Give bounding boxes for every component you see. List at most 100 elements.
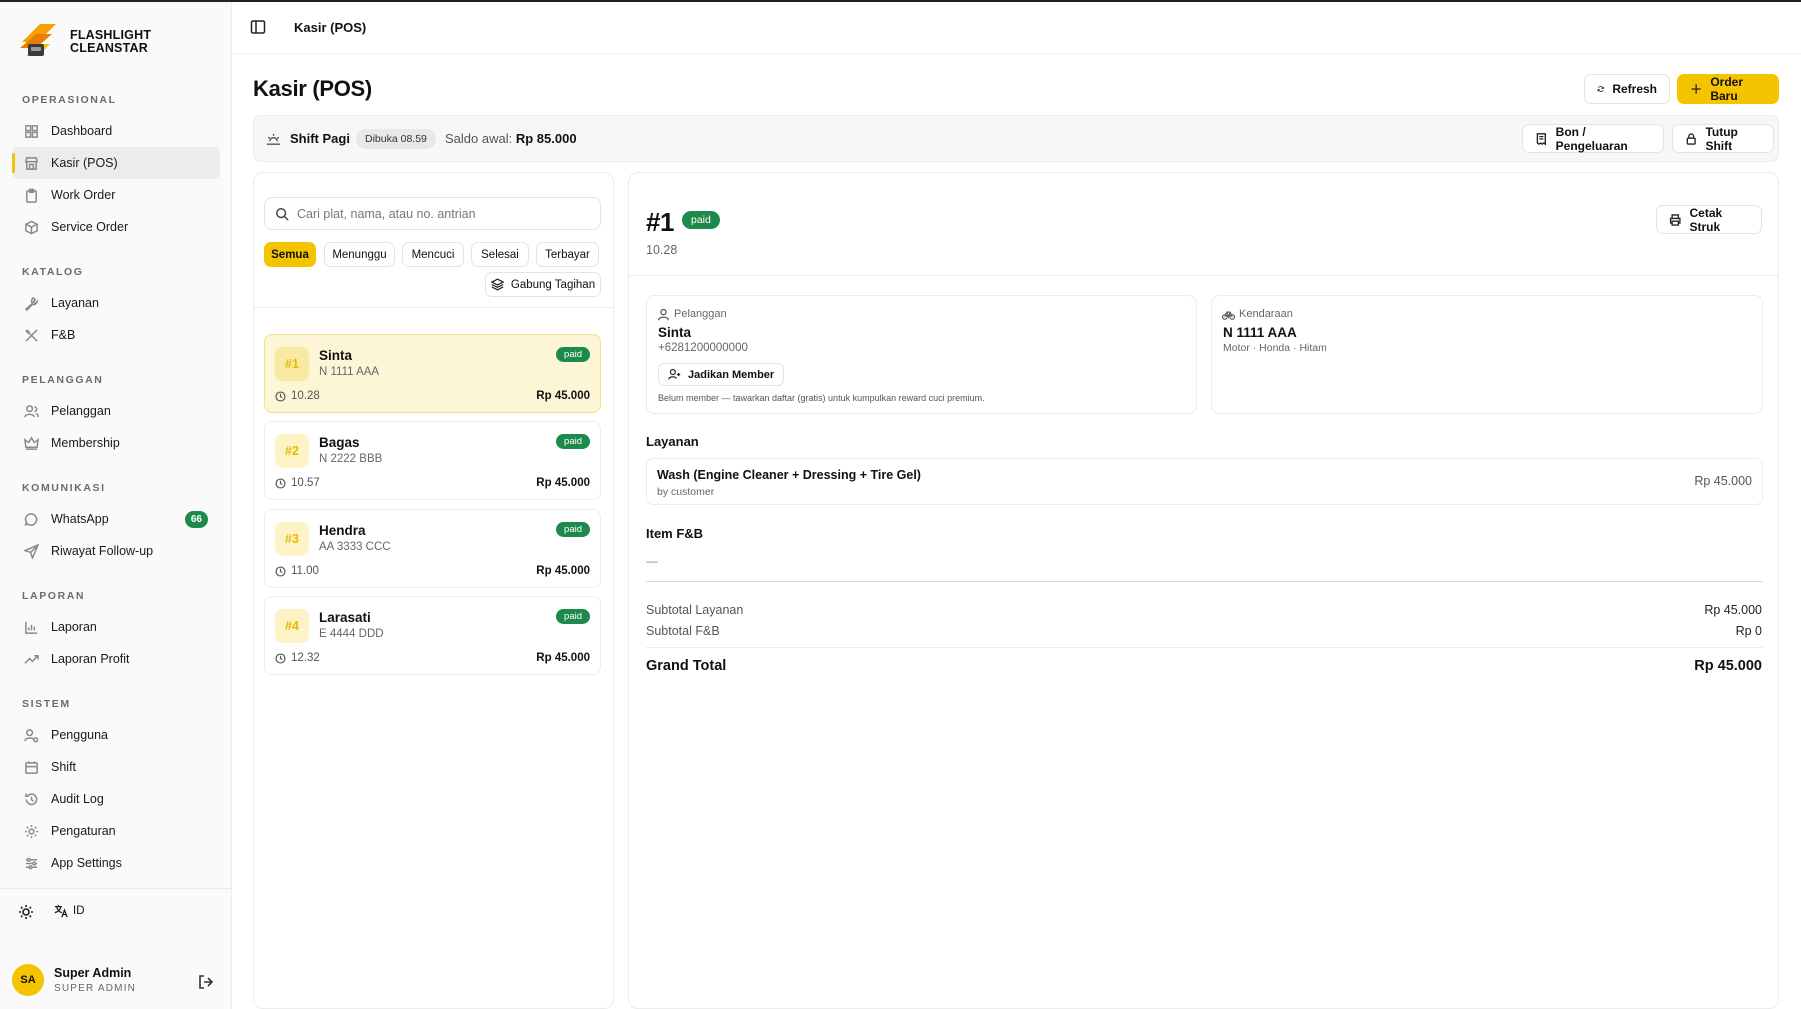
print-receipt-button[interactable]: Cetak Struk bbox=[1656, 205, 1762, 234]
page-title: Kasir (POS) bbox=[253, 76, 372, 101]
refresh-button[interactable]: Refresh bbox=[1584, 74, 1670, 104]
language-switch[interactable]: ID bbox=[54, 904, 85, 918]
service-item: Wash (Engine Cleaner + Dressing + Tire G… bbox=[646, 458, 1763, 505]
user-icon bbox=[658, 308, 669, 321]
subtotal-fnb-value: Rp 0 bbox=[1735, 624, 1762, 638]
sidebar-item-kasir[interactable]: Kasir (POS) bbox=[12, 147, 220, 179]
fnb-title: Item F&B bbox=[646, 526, 704, 541]
filter-selesai[interactable]: Selesai bbox=[471, 242, 529, 267]
sidebar-item-laporan[interactable]: Laporan bbox=[12, 611, 220, 643]
order-card-3[interactable]: #3 Hendra AA 3333 CCC paid 11.00 Rp 45.0… bbox=[264, 509, 601, 588]
sidebar-item-riwayat-follow-up[interactable]: Riwayat Follow-up bbox=[12, 535, 220, 567]
order-detail-panel: #1 paid 10.28 Cetak Struk Pelanggan Sint… bbox=[628, 172, 1779, 1009]
sidebar-item-label: Pelanggan bbox=[51, 404, 111, 418]
filter-mencuci[interactable]: Mencuci bbox=[402, 242, 464, 267]
sidebar-item-service-order[interactable]: Service Order bbox=[12, 211, 220, 243]
user-role: SUPER ADMIN bbox=[54, 983, 137, 994]
filter-terbayar[interactable]: Terbayar bbox=[536, 242, 599, 267]
brand-name-line2: CLEANSTAR bbox=[70, 41, 148, 55]
avatar: SA bbox=[12, 964, 44, 996]
search-input[interactable] bbox=[297, 206, 577, 221]
trending-up-icon bbox=[24, 654, 39, 664]
sidebar-toggle-icon[interactable] bbox=[250, 19, 266, 35]
sidebar-item-label: Layanan bbox=[51, 296, 99, 310]
vehicle-label: Kendaraan bbox=[1239, 308, 1293, 320]
bon-pengeluaran-button[interactable]: Bon / Pengeluaran bbox=[1522, 124, 1664, 153]
sidebar-item-dashboard[interactable]: Dashboard bbox=[12, 115, 220, 147]
new-order-button[interactable]: Order Baru bbox=[1677, 74, 1779, 104]
sidebar-item-shift[interactable]: Shift bbox=[12, 751, 220, 783]
shift-bar: Shift Pagi Dibuka 08.59 Saldo awal: Rp 8… bbox=[253, 115, 1779, 162]
list-divider bbox=[254, 307, 613, 308]
sidebar-item-label: WhatsApp bbox=[51, 512, 109, 526]
bike-icon bbox=[1222, 311, 1235, 320]
user-profile: SA Super Admin SUPER ADMIN bbox=[12, 964, 136, 996]
store-icon bbox=[24, 156, 39, 170]
sidebar-item-whatsapp[interactable]: WhatsApp 66 bbox=[12, 503, 220, 535]
order-card-4[interactable]: #4 Larasati E 4444 DDD paid 12.32 Rp 45.… bbox=[264, 596, 601, 675]
clock-icon bbox=[275, 565, 286, 577]
sidebar-item-fnb[interactable]: F&B bbox=[12, 319, 220, 351]
order-card-2[interactable]: #2 Bagas N 2222 BBB paid 10.57 Rp 45.000 bbox=[264, 421, 601, 500]
sidebar-item-label: Kasir (POS) bbox=[51, 156, 118, 170]
search-icon bbox=[276, 207, 289, 221]
sidebar-item-label: Pengguna bbox=[51, 728, 109, 742]
subtotal-service-label: Subtotal Layanan bbox=[646, 603, 744, 617]
order-price: Rp 45.000 bbox=[536, 390, 590, 402]
top-header: Kasir (POS) bbox=[232, 2, 1801, 54]
section-komunikasi: KOMUNIKASI bbox=[22, 482, 106, 494]
order-price: Rp 45.000 bbox=[536, 477, 590, 489]
sidebar-item-pengaturan[interactable]: Pengaturan bbox=[12, 815, 220, 847]
filter-menunggu[interactable]: Menunggu bbox=[324, 242, 395, 267]
order-time: 10.57 bbox=[291, 477, 320, 489]
order-price: Rp 45.000 bbox=[536, 565, 590, 577]
whatsapp-unread-badge: 66 bbox=[184, 511, 208, 528]
merge-bill-button[interactable]: Gabung Tagihan bbox=[485, 272, 601, 297]
sidebar-item-app-settings[interactable]: App Settings bbox=[12, 847, 220, 879]
order-number: #2 bbox=[275, 434, 309, 468]
order-time: 11.00 bbox=[291, 565, 319, 577]
bar-chart-icon bbox=[25, 621, 38, 634]
status-badge: paid bbox=[556, 609, 590, 624]
fnb-empty: — bbox=[646, 554, 658, 568]
sidebar-item-membership[interactable]: Membership bbox=[12, 427, 220, 459]
grid-icon bbox=[25, 124, 38, 138]
filter-semua[interactable]: Semua bbox=[264, 242, 316, 267]
clock-icon bbox=[275, 390, 286, 402]
chat-icon bbox=[24, 512, 38, 526]
status-badge: paid bbox=[556, 522, 590, 537]
clock-icon bbox=[275, 477, 286, 489]
order-card-1[interactable]: #1 Sinta N 1111 AAA paid 10.28 Rp 45.000 bbox=[264, 334, 601, 413]
sidebar-item-label: F&B bbox=[51, 328, 76, 342]
shift-sun-icon bbox=[266, 133, 281, 145]
sidebar-item-pengguna[interactable]: Pengguna bbox=[12, 719, 220, 751]
utensils-icon bbox=[25, 328, 38, 342]
detail-status-badge: paid bbox=[682, 211, 720, 229]
status-badge: paid bbox=[556, 434, 590, 449]
plus-icon bbox=[1691, 84, 1701, 94]
sidebar-item-laporan-profit[interactable]: Laporan Profit bbox=[12, 643, 220, 675]
customer-label: Pelanggan bbox=[674, 308, 727, 320]
sidebar-item-layanan[interactable]: Layanan bbox=[12, 287, 220, 319]
sidebar-item-audit-log[interactable]: Audit Log bbox=[12, 783, 220, 815]
logout-icon[interactable] bbox=[198, 974, 214, 990]
sidebar-item-pelanggan[interactable]: Pelanggan bbox=[12, 395, 220, 427]
clock-icon bbox=[275, 652, 286, 664]
section-katalog: KATALOG bbox=[22, 266, 84, 278]
crown-icon bbox=[24, 435, 39, 450]
header-title: Kasir (POS) bbox=[294, 20, 367, 35]
sun-icon[interactable] bbox=[18, 904, 34, 920]
close-shift-button[interactable]: Tutup Shift bbox=[1672, 124, 1774, 153]
order-plate: N 2222 BBB bbox=[319, 453, 383, 465]
service-by: by customer bbox=[657, 486, 715, 498]
sidebar-item-label: Laporan bbox=[51, 620, 97, 634]
make-member-button[interactable]: Jadikan Member bbox=[658, 363, 785, 386]
lock-icon bbox=[1686, 132, 1696, 145]
brand[interactable]: FLASHLIGHT CLEANSTAR bbox=[18, 22, 151, 62]
saldo-value: Rp 85.000 bbox=[515, 131, 577, 146]
sliders-icon bbox=[25, 857, 38, 869]
grand-total-value: Rp 45.000 bbox=[1694, 658, 1762, 674]
vehicle-plate: N 1111 AAA bbox=[1223, 325, 1297, 340]
vehicle-box: Kendaraan N 1111 AAA Motor · Honda · Hit… bbox=[1211, 295, 1763, 414]
sidebar-item-work-order[interactable]: Work Order bbox=[12, 179, 220, 211]
